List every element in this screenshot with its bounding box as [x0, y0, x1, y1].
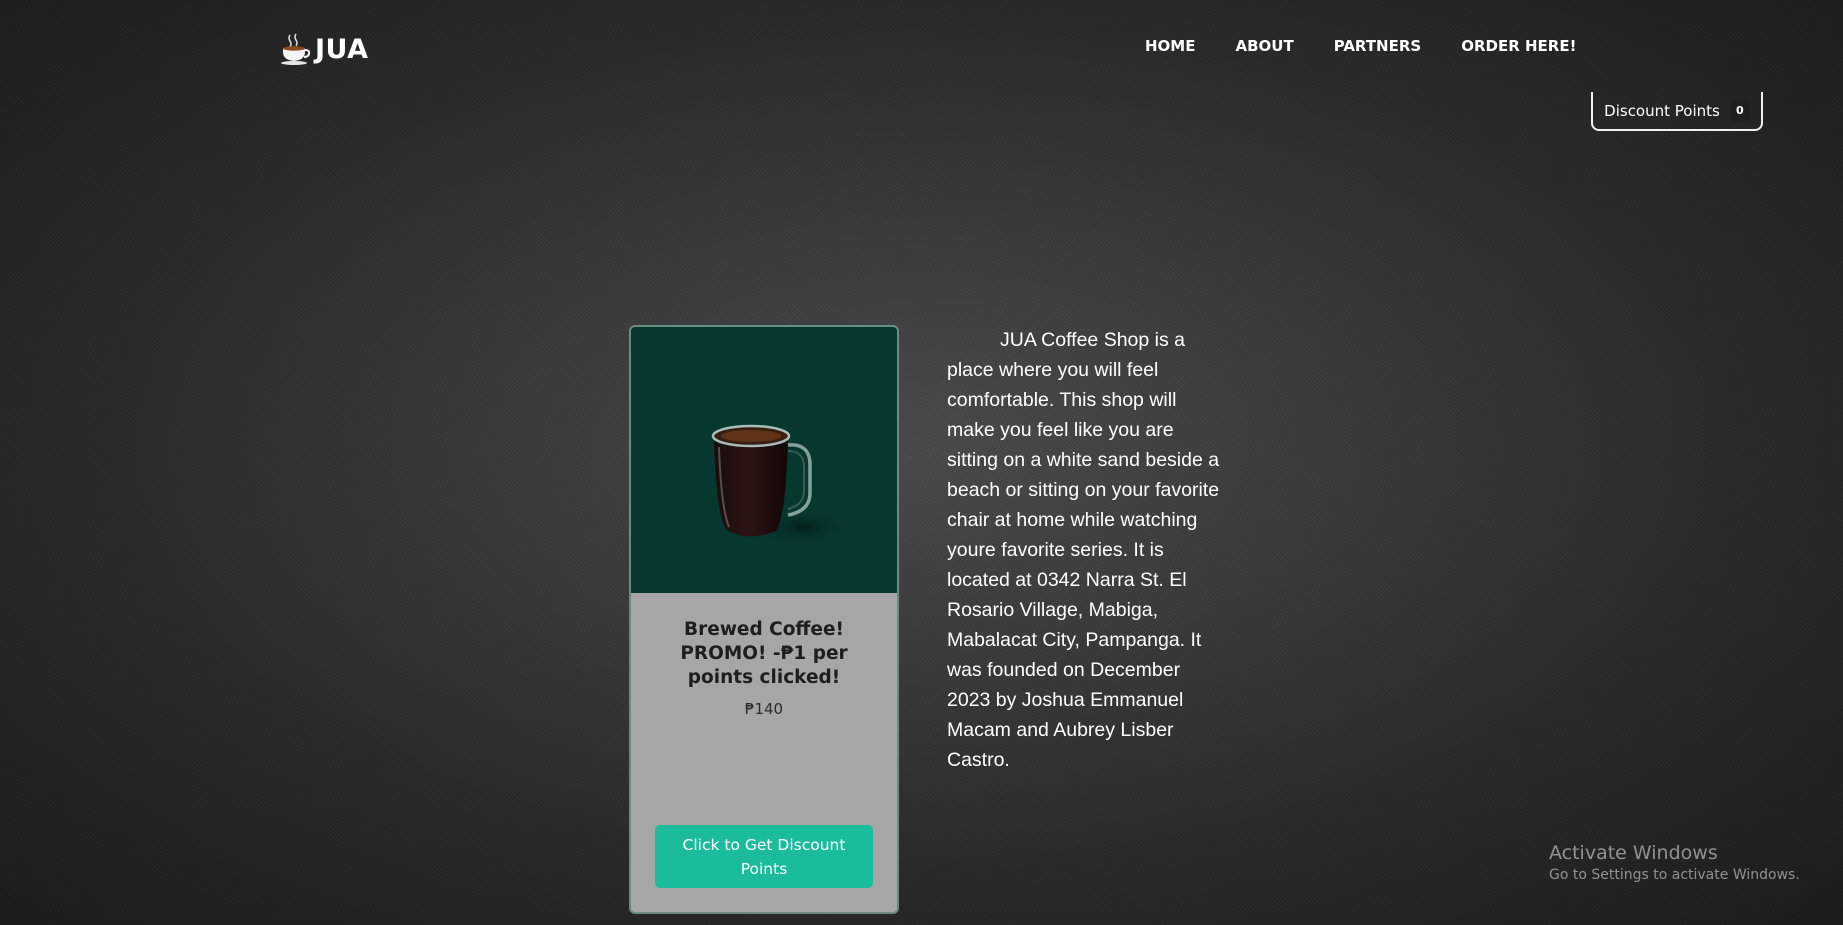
get-discount-points-button[interactable]: Click to Get Discount Points	[655, 825, 873, 888]
navbar: JUA HOME ABOUT PARTNERS ORDER HERE!	[0, 0, 1843, 96]
product-card: Brewed Coffee! PROMO! -₱1 per points cli…	[629, 325, 899, 914]
nav-order-here[interactable]: ORDER HERE!	[1461, 37, 1576, 55]
nav-partners[interactable]: PARTNERS	[1334, 37, 1422, 55]
product-price: ₱140	[744, 700, 784, 718]
background-texture	[0, 0, 1843, 925]
windows-activation-watermark: Activate Windows Go to Settings to activ…	[1549, 842, 1800, 886]
discount-points-button[interactable]: Discount Points 0	[1591, 92, 1763, 131]
coffee-cup-icon	[281, 33, 311, 65]
product-title: Brewed Coffee! PROMO! -₱1 per points cli…	[680, 619, 848, 688]
watermark-subtitle: Go to Settings to activate Windows.	[1549, 867, 1800, 883]
product-image	[631, 327, 897, 593]
about-text: JUA Coffee Shop is a place where you wil…	[947, 329, 1220, 771]
discount-points-count: 0	[1729, 100, 1750, 121]
brand-name: JUA	[315, 33, 369, 65]
nav-about[interactable]: ABOUT	[1235, 37, 1293, 55]
nav-menu: HOME ABOUT PARTNERS ORDER HERE!	[1145, 37, 1576, 55]
discount-points-label: Discount Points	[1604, 101, 1720, 120]
watermark-title: Activate Windows	[1549, 842, 1718, 864]
nav-home[interactable]: HOME	[1145, 37, 1195, 55]
brand-logo[interactable]: JUA	[279, 30, 369, 68]
coffee-mug-icon	[711, 424, 855, 547]
